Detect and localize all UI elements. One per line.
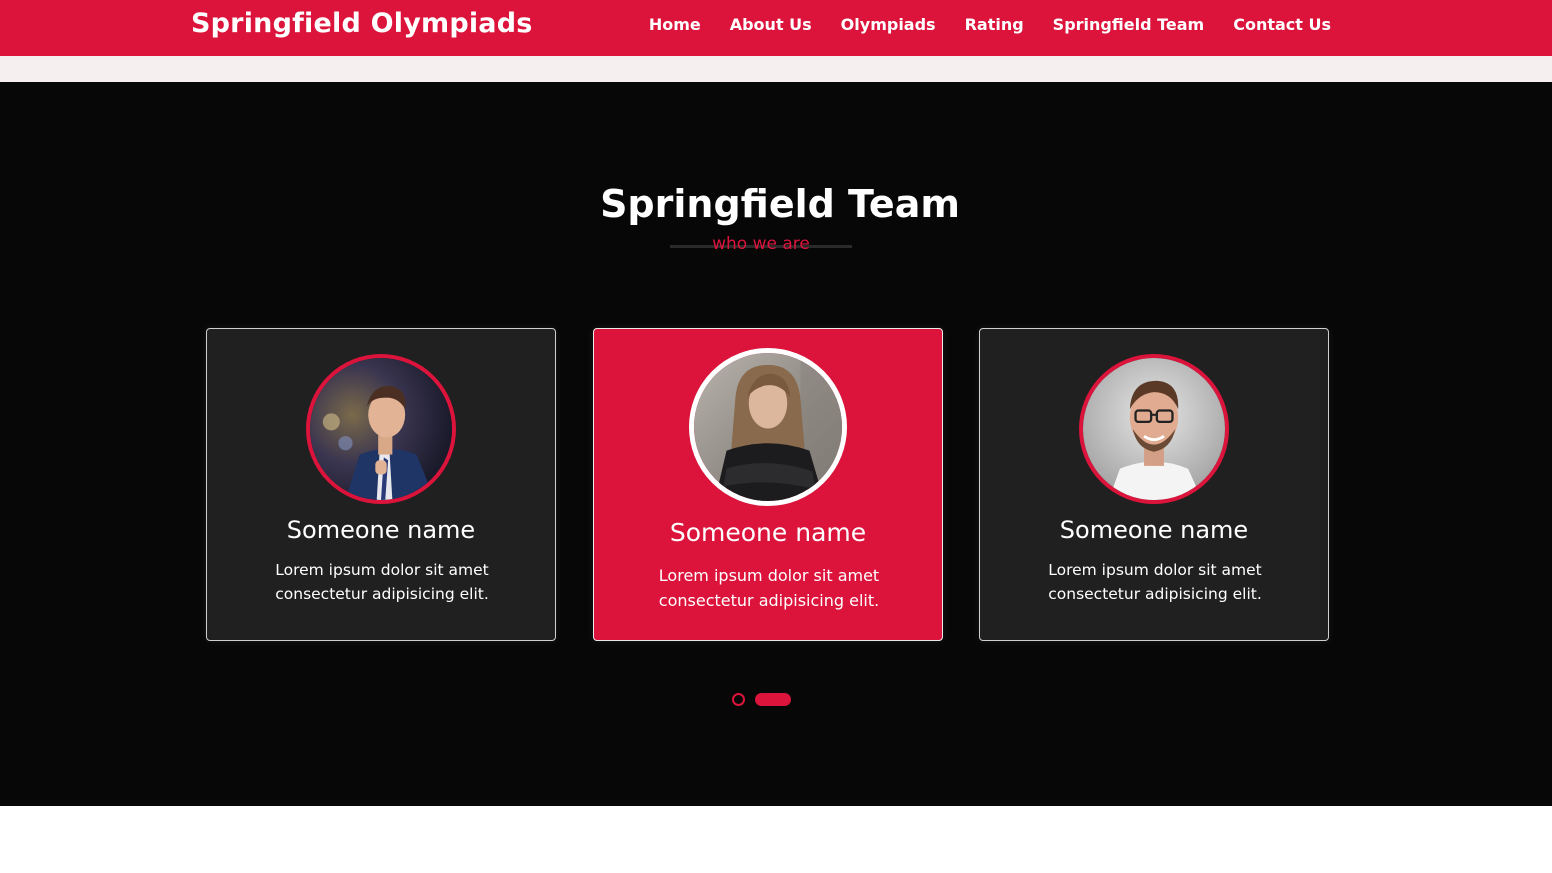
section-title: Springfield Team bbox=[600, 182, 960, 226]
navbar: Springfield Olympiads Home About Us Olym… bbox=[0, 0, 1552, 56]
nav-link-home[interactable]: Home bbox=[649, 15, 701, 34]
carousel-pagination bbox=[732, 693, 791, 706]
section-subtitle: who we are bbox=[712, 234, 810, 254]
member-avatar bbox=[689, 348, 847, 506]
nav-link-springfield-team[interactable]: Springfield Team bbox=[1053, 15, 1205, 34]
team-card[interactable]: Someone name Lorem ipsum dolor sit amet … bbox=[206, 328, 556, 641]
member-description: Lorem ipsum dolor sit amet consectetur a… bbox=[658, 566, 880, 610]
nav-link-contact-us[interactable]: Contact Us bbox=[1233, 15, 1331, 34]
carousel-dot[interactable] bbox=[732, 693, 745, 706]
team-section: Springfield Team who we are Someone name… bbox=[0, 82, 1552, 806]
nav-link-about-us[interactable]: About Us bbox=[730, 15, 812, 34]
member-name: Someone name bbox=[669, 518, 867, 547]
member-avatar bbox=[306, 354, 456, 504]
member-name: Someone name bbox=[286, 516, 476, 544]
member-avatar bbox=[1079, 354, 1229, 504]
nav-link-rating[interactable]: Rating bbox=[965, 15, 1024, 34]
member-name: Someone name bbox=[1059, 516, 1249, 544]
nav-menu: Home About Us Olympiads Rating Springfie… bbox=[649, 15, 1331, 34]
member-description: Lorem ipsum dolor sit amet consectetur a… bbox=[275, 561, 489, 603]
brand-logo[interactable]: Springfield Olympiads bbox=[191, 8, 533, 39]
member-description: Lorem ipsum dolor sit amet consectetur a… bbox=[1048, 561, 1262, 603]
header-strip bbox=[0, 56, 1552, 82]
nav-link-olympiads[interactable]: Olympiads bbox=[841, 15, 936, 34]
carousel-dot-active[interactable] bbox=[755, 693, 791, 706]
team-card[interactable]: Someone name Lorem ipsum dolor sit amet … bbox=[979, 328, 1329, 641]
team-card-active[interactable]: Someone name Lorem ipsum dolor sit amet … bbox=[593, 328, 943, 641]
section-subtitle-wrap: who we are bbox=[670, 234, 852, 256]
